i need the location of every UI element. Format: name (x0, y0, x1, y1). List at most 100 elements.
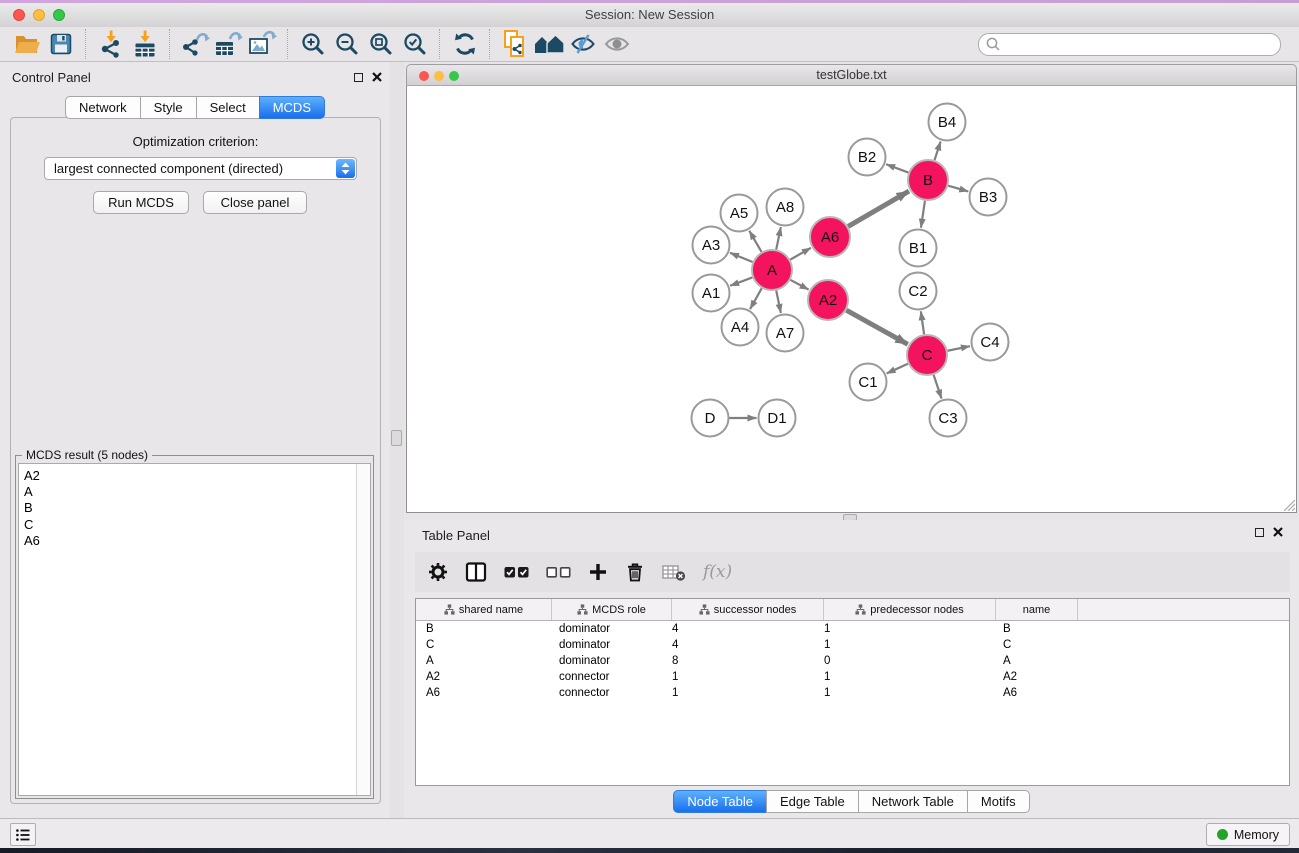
tab-node-table[interactable]: Node Table (673, 790, 767, 813)
open-session-icon[interactable] (10, 28, 44, 60)
table-cell[interactable]: 8 (672, 655, 824, 667)
graph-edge-A-A4[interactable] (750, 288, 762, 309)
table-cell[interactable]: 4 (672, 623, 824, 635)
column-header-shared-name[interactable]: shared name (416, 599, 552, 620)
float-panel-icon[interactable] (354, 73, 363, 82)
graph-node-A8[interactable]: A8 (767, 189, 804, 226)
graph-edge-C-C1[interactable] (887, 364, 908, 374)
graph-edge-A-A6[interactable] (790, 248, 811, 260)
graph-edge-C-C3[interactable] (934, 375, 942, 399)
table-cell[interactable]: 1 (824, 639, 996, 651)
export-network-icon[interactable] (178, 28, 212, 60)
table-cell[interactable]: A2 (996, 671, 1078, 683)
table-cell[interactable]: 1 (824, 623, 996, 635)
graph-node-A2[interactable]: A2 (808, 280, 848, 320)
table-cell[interactable]: A2 (416, 671, 552, 683)
vertical-split-handle[interactable] (391, 430, 402, 446)
graph-node-B3[interactable]: B3 (970, 179, 1007, 216)
graph-node-B4[interactable]: B4 (929, 104, 966, 141)
search-input[interactable] (978, 33, 1281, 56)
tab-motifs[interactable]: Motifs (967, 790, 1030, 813)
network-canvas[interactable]: B4B2BB3A5A8A6A3B1AC2A1A2A4A7C4CC1C3DD1 (406, 86, 1297, 513)
graph-edge-B-B2[interactable] (886, 164, 908, 172)
zoom-fit-icon[interactable] (364, 28, 398, 60)
delete-table-icon[interactable] (662, 561, 686, 583)
result-list-item[interactable]: C (24, 517, 40, 533)
table-cell[interactable]: 1 (672, 687, 824, 699)
eye-icon[interactable] (600, 28, 634, 60)
vertical-split-divider[interactable] (390, 62, 404, 818)
network-close-light[interactable] (419, 71, 429, 81)
delete-columns-icon[interactable] (625, 561, 645, 583)
close-panel-icon[interactable] (372, 72, 382, 82)
zoom-selected-icon[interactable] (398, 28, 432, 60)
zoom-out-icon[interactable] (330, 28, 364, 60)
table-cell[interactable]: A6 (996, 687, 1078, 699)
table-cell[interactable]: 1 (824, 687, 996, 699)
close-panel-button[interactable]: Close panel (203, 191, 307, 214)
table-cell[interactable]: B (996, 623, 1078, 635)
import-table-icon[interactable] (128, 28, 162, 60)
graph-edge-A2-C[interactable] (846, 310, 907, 344)
graph-node-C2[interactable]: C2 (900, 273, 937, 310)
graph-node-A7[interactable]: A7 (767, 315, 804, 352)
run-mcds-button[interactable]: Run MCDS (93, 191, 189, 214)
graph-node-A6[interactable]: A6 (810, 217, 850, 257)
graph-edge-C-C2[interactable] (921, 311, 924, 334)
criterion-select[interactable]: largest connected component (directed) (44, 157, 357, 180)
float-table-panel-icon[interactable] (1255, 528, 1264, 537)
settings-gear-icon[interactable] (428, 562, 448, 582)
refresh-layout-icon[interactable] (448, 28, 482, 60)
export-table-icon[interactable] (212, 28, 246, 60)
table-cell[interactable]: C (996, 639, 1078, 651)
graph-node-A5[interactable]: A5 (721, 195, 758, 232)
network-minimize-light[interactable] (434, 71, 444, 81)
graph-edge-B-B1[interactable] (921, 201, 925, 228)
memory-button[interactable]: Memory (1206, 823, 1290, 846)
graph-node-A1[interactable]: A1 (693, 275, 730, 312)
graph-node-B[interactable]: B (908, 160, 948, 200)
graph-node-C[interactable]: C (907, 335, 947, 375)
close-table-panel-icon[interactable] (1273, 527, 1283, 537)
graph-edge-C-C4[interactable] (948, 346, 970, 351)
function-builder-icon[interactable]: f(x) (703, 562, 732, 582)
graph-node-A[interactable]: A (752, 250, 792, 290)
tab-network-table[interactable]: Network Table (858, 790, 968, 813)
table-cell[interactable]: dominator (552, 655, 672, 667)
export-image-icon[interactable] (246, 28, 280, 60)
network-zoom-light[interactable] (449, 71, 459, 81)
table-cell[interactable]: 1 (824, 671, 996, 683)
graph-edge-B-B3[interactable] (948, 186, 968, 192)
result-list-item[interactable]: B (24, 500, 40, 516)
resize-grip-icon[interactable] (1282, 498, 1295, 511)
graph-node-C4[interactable]: C4 (972, 324, 1009, 361)
table-row[interactable]: A6connector11A6 (416, 685, 1289, 701)
graph-edge-A-A1[interactable] (730, 277, 752, 285)
graph-node-A4[interactable]: A4 (722, 309, 759, 346)
network-graph[interactable]: B4B2BB3A5A8A6A3B1AC2A1A2A4A7C4CC1C3DD1 (407, 86, 1296, 511)
table-cell[interactable]: A6 (416, 687, 552, 699)
graph-edge-B-B4[interactable] (935, 141, 941, 160)
graph-edge-A-A5[interactable] (749, 231, 761, 252)
column-header-mcds-role[interactable]: MCDS role (552, 599, 672, 620)
duplicate-network-icon[interactable] (498, 28, 532, 60)
graph-node-C3[interactable]: C3 (930, 400, 967, 437)
graph-edge-A-A3[interactable] (730, 253, 753, 262)
show-all-columns-icon[interactable] (504, 565, 529, 579)
save-session-icon[interactable] (44, 28, 78, 60)
table-cell[interactable]: 0 (824, 655, 996, 667)
table-row[interactable]: Bdominator41B (416, 621, 1289, 637)
result-scrollbar[interactable] (356, 464, 370, 795)
result-list-item[interactable]: A6 (24, 533, 40, 549)
tab-edge-table[interactable]: Edge Table (766, 790, 859, 813)
minimize-window-light[interactable] (33, 9, 45, 21)
graph-node-C1[interactable]: C1 (850, 364, 887, 401)
network-window-titlebar[interactable]: testGlobe.txt (406, 64, 1297, 86)
table-cell[interactable]: 1 (672, 671, 824, 683)
tab-network[interactable]: Network (65, 96, 141, 119)
column-header-successor-nodes[interactable]: successor nodes (672, 599, 824, 620)
eye-slash-icon[interactable] (566, 28, 600, 60)
graph-edge-A-A8[interactable] (776, 227, 781, 249)
create-column-icon[interactable] (588, 562, 608, 582)
table-cell[interactable]: connector (552, 687, 672, 699)
